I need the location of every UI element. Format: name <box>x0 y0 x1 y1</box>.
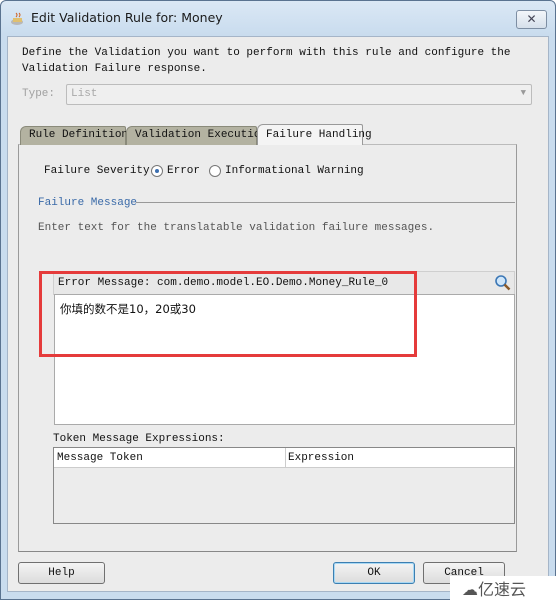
watermark-text: 亿速云 <box>478 580 527 599</box>
title-bar: Edit Validation Rule for: Money ✕ <box>1 1 556 37</box>
tab-validation-execution[interactable]: Validation Execution <box>126 126 267 145</box>
search-icon[interactable] <box>494 274 512 292</box>
ok-button[interactable]: OK <box>333 562 415 584</box>
column-header-expression[interactable]: Expression <box>288 452 354 464</box>
hint-text: Enter text for the translatable validati… <box>38 222 435 234</box>
radio-informational-warning[interactable] <box>209 165 221 177</box>
watermark-cloud-icon: ☁ <box>462 580 478 599</box>
token-table-label: Token Message Expressions: <box>53 433 225 445</box>
close-button[interactable]: ✕ <box>516 10 547 29</box>
section-title: Failure Message <box>38 197 138 209</box>
help-button[interactable]: Help <box>18 562 105 584</box>
radio-error[interactable] <box>151 165 163 177</box>
radio-warning-label[interactable]: Informational Warning <box>225 165 364 177</box>
highlight-box <box>39 271 417 357</box>
java-cup-icon <box>11 12 23 25</box>
type-label: Type: <box>22 88 56 100</box>
column-divider <box>285 448 286 468</box>
type-select[interactable]: List ▼ <box>66 84 532 105</box>
tab-failure-handling[interactable]: Failure Handling <box>257 124 372 145</box>
description-line-2: Validation Failure response. <box>22 63 207 75</box>
token-table[interactable]: Message Token Expression <box>53 447 515 524</box>
token-table-header: Message Token Expression <box>54 448 514 468</box>
description-line-1: Define the Validation you want to perfor… <box>22 47 511 59</box>
failure-severity-label: Failure Severity <box>44 165 150 177</box>
radio-error-label[interactable]: Error <box>167 165 200 177</box>
type-value: List <box>71 88 98 100</box>
window-title: Edit Validation Rule for: Money <box>31 10 223 25</box>
tab-rule-definition[interactable]: Rule Definition <box>20 126 128 145</box>
chevron-down-icon: ▼ <box>520 88 526 98</box>
column-header-message-token[interactable]: Message Token <box>57 452 143 464</box>
section-divider <box>136 202 515 203</box>
watermark: ☁亿速云 <box>450 576 556 600</box>
